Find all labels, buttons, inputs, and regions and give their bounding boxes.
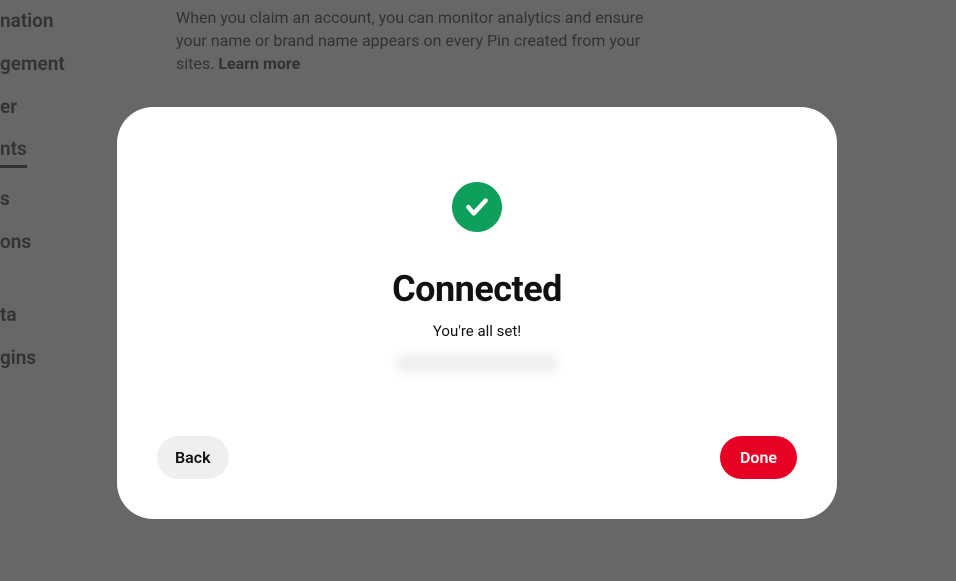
check-circle-icon — [452, 182, 502, 232]
connected-modal: Connected You're all set! Back Done — [117, 107, 837, 519]
modal-title: Connected — [392, 268, 562, 310]
back-button[interactable]: Back — [157, 436, 229, 479]
redacted-account-info — [397, 354, 557, 372]
done-button[interactable]: Done — [720, 436, 797, 479]
modal-subtitle: You're all set! — [433, 322, 521, 340]
modal-footer: Back Done — [157, 436, 797, 479]
